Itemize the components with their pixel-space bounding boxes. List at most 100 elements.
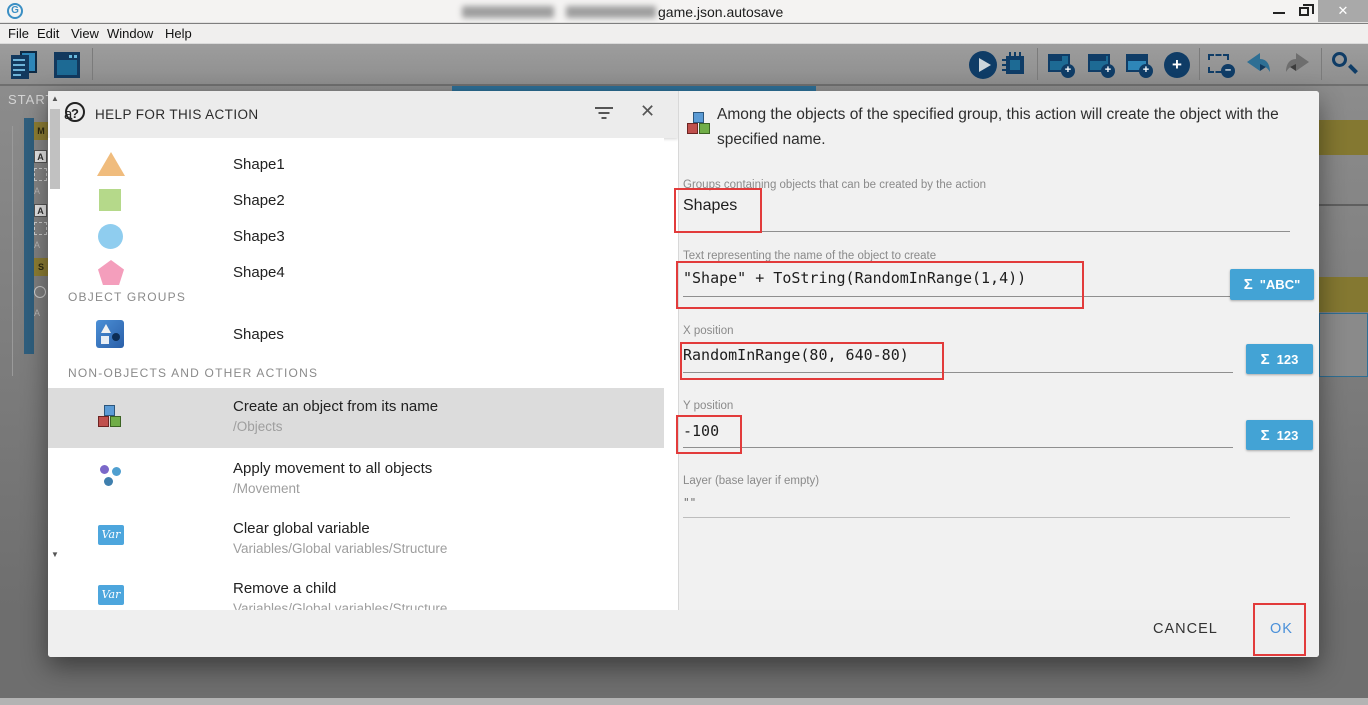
- list-item-action-title[interactable]: Create an object from its name: [233, 398, 438, 415]
- sigma-icon: Σ: [1261, 427, 1270, 444]
- dialog-footer: [48, 610, 1319, 657]
- annotation-box-group: [674, 188, 762, 233]
- menubar: File Edit View Window Help: [0, 24, 1368, 44]
- field-underline: [683, 517, 1290, 518]
- redacted-title-text: [462, 6, 554, 18]
- menu-file[interactable]: File: [8, 26, 29, 41]
- event-chip: M: [34, 122, 48, 140]
- list-item-action-subtitle: Variables/Global variables/Structure: [233, 541, 447, 556]
- list-item-object[interactable]: Shape2: [233, 192, 285, 209]
- action-editor-dialog: ✕ Shape1 Shape2 Shape3 Shape4 OBJECT GRO…: [48, 91, 1319, 657]
- expression-builder-number-button[interactable]: Σ 123: [1246, 420, 1313, 450]
- add-event-icon[interactable]: +: [1046, 50, 1076, 80]
- event-block-bar: [24, 118, 34, 354]
- annotation-box-x-position: [680, 342, 944, 380]
- list-item-object[interactable]: Shape1: [233, 156, 285, 173]
- sigma-icon: Σ: [1244, 276, 1253, 293]
- play-icon[interactable]: [968, 50, 998, 80]
- help-icon[interactable]: ?: [65, 102, 85, 122]
- restore-icon: [1299, 7, 1309, 16]
- field-value-layer[interactable]: "": [683, 496, 696, 509]
- add-comment-icon[interactable]: +: [1124, 50, 1154, 80]
- menu-help[interactable]: Help: [165, 26, 192, 41]
- redo-icon[interactable]: [1282, 50, 1312, 80]
- expression-builder-number-button[interactable]: Σ 123: [1246, 344, 1313, 374]
- shape2-square-icon: [99, 189, 121, 211]
- event-chip: [34, 168, 47, 181]
- section-header-object-groups: OBJECT GROUPS: [68, 290, 186, 304]
- create-object-icon: [686, 111, 712, 137]
- toolbar: + + + + –: [0, 44, 1368, 86]
- project-manager-icon[interactable]: [10, 50, 40, 80]
- menu-window[interactable]: Window: [107, 26, 153, 41]
- toolbar-separator: [1037, 48, 1038, 80]
- field-label-layer: Layer (base layer if empty): [683, 475, 819, 487]
- annotation-box-ok: [1253, 603, 1306, 656]
- field-underline: [683, 447, 1233, 448]
- shape4-pentagon-icon: [98, 260, 124, 285]
- redacted-title-text: [566, 6, 656, 18]
- expression-builder-string-button[interactable]: Σ "ABC": [1230, 269, 1314, 300]
- add-subevent-icon[interactable]: +: [1086, 50, 1116, 80]
- shape3-circle-icon: [98, 224, 123, 249]
- gdevelop-logo-icon: G: [7, 3, 23, 19]
- list-item-action-subtitle: Variables/Global variables/Structure: [233, 601, 447, 610]
- list-item-action-subtitle: /Movement: [233, 481, 300, 496]
- field-label-y-position: Y position: [683, 400, 733, 412]
- list-item-group[interactable]: Shapes: [233, 326, 284, 343]
- menu-edit[interactable]: Edit: [37, 26, 59, 41]
- annotation-box-y-position: [676, 415, 742, 454]
- group-shapes-icon: [96, 320, 124, 348]
- event-header-fragment: [1319, 277, 1368, 312]
- filter-icon[interactable]: [594, 107, 614, 121]
- close-search-icon[interactable]: ✕: [640, 101, 655, 122]
- field-underline: [683, 231, 1290, 232]
- list-item-action-title[interactable]: Remove a child: [233, 580, 336, 597]
- list-item-action-title[interactable]: Clear global variable: [233, 520, 370, 537]
- create-object-icon: [97, 404, 123, 430]
- event-chip: A: [34, 150, 47, 163]
- event-chip: A: [34, 240, 40, 250]
- list-item-action-title[interactable]: Apply movement to all objects: [233, 460, 432, 477]
- help-link[interactable]: HELP FOR THIS ACTION: [95, 107, 259, 122]
- variable-icon: Var: [98, 585, 124, 605]
- action-description: Among the objects of the specified group…: [717, 102, 1321, 152]
- list-item-action-subtitle: /Objects: [233, 419, 283, 434]
- restore-button[interactable]: [1292, 0, 1318, 22]
- annotation-box-object-name: [676, 261, 1084, 309]
- event-chip: A: [34, 308, 40, 318]
- scene-window-icon[interactable]: [52, 50, 82, 80]
- event-divider-fragment: [1319, 204, 1368, 206]
- add-other-event-icon[interactable]: +: [1162, 50, 1192, 80]
- scroll-up-icon[interactable]: ▲: [48, 94, 62, 103]
- event-header-fragment: [1319, 120, 1368, 155]
- event-tree-line: [12, 126, 13, 376]
- toolbar-separator: [1321, 48, 1322, 80]
- scroll-down-icon[interactable]: ▼: [48, 550, 62, 559]
- sigma-icon: Σ: [1261, 351, 1270, 368]
- field-label-x-position: X position: [683, 325, 734, 337]
- list-item-object[interactable]: Shape4: [233, 264, 285, 281]
- apply-movement-icon: [98, 463, 124, 489]
- minimize-icon: [1273, 12, 1285, 14]
- instruction-list: Shape1 Shape2 Shape3 Shape4 OBJECT GROUP…: [48, 138, 664, 610]
- minimize-button[interactable]: [1266, 0, 1292, 22]
- undo-icon[interactable]: [1244, 50, 1274, 80]
- section-header-non-objects: NON-OBJECTS AND OTHER ACTIONS: [68, 366, 318, 380]
- debugger-icon[interactable]: [1000, 50, 1030, 80]
- event-chip: A: [34, 204, 47, 217]
- statusbar-strip: [0, 698, 1368, 705]
- close-window-button[interactable]: ✕: [1318, 0, 1368, 22]
- list-item-object[interactable]: Shape3: [233, 228, 285, 245]
- cancel-button[interactable]: CANCEL: [1153, 621, 1218, 637]
- event-selection-fragment: [1319, 313, 1368, 377]
- scrollbar-thumb[interactable]: [50, 109, 60, 189]
- window-title: game.json.autosave: [658, 4, 783, 20]
- menu-view[interactable]: View: [71, 26, 99, 41]
- selected-row-highlight: [48, 388, 664, 448]
- search-icon[interactable]: [1330, 50, 1360, 80]
- titlebar: G game.json.autosave ✕: [0, 0, 1368, 23]
- shape1-triangle-icon: [97, 152, 125, 176]
- delete-event-icon[interactable]: –: [1206, 50, 1236, 80]
- variable-icon: Var: [98, 525, 124, 545]
